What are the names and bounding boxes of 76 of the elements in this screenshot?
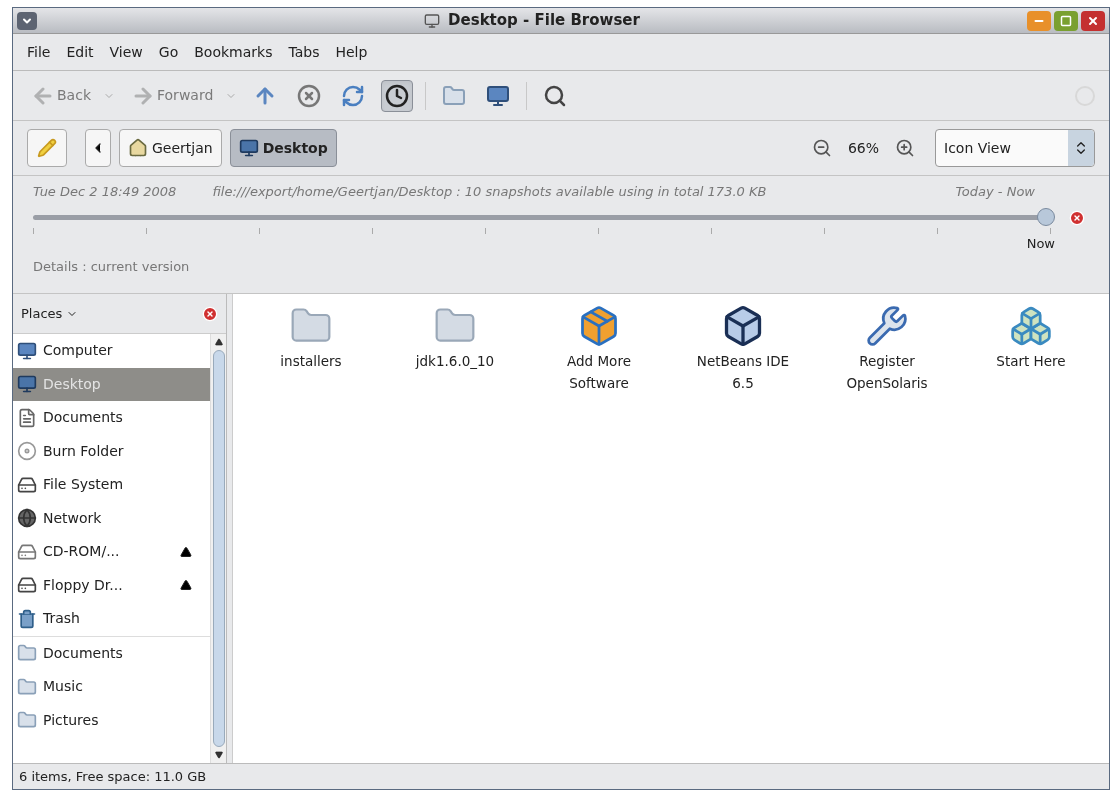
- place-item[interactable]: Pictures: [13, 703, 211, 737]
- close-icon: [1087, 14, 1099, 27]
- monitor-icon: [486, 83, 511, 108]
- place-item[interactable]: Documents: [13, 401, 211, 435]
- scrollbar[interactable]: [210, 334, 227, 763]
- eject-icon[interactable]: [180, 545, 193, 558]
- maximize-icon: [1060, 14, 1072, 27]
- snapshot-date: Tue Dec 2 18:49 2008: [33, 183, 177, 201]
- disc-icon: [17, 441, 37, 462]
- timeline-slider[interactable]: [33, 207, 1055, 228]
- close-icon[interactable]: [202, 305, 219, 322]
- scroll-up-icon[interactable]: [214, 338, 223, 346]
- folder-icon: [17, 643, 37, 664]
- desktop-entry[interactable]: jdk1.6.0_10: [399, 304, 511, 372]
- menu-item[interactable]: Go: [158, 41, 179, 63]
- history-button[interactable]: [381, 79, 414, 112]
- scroll-down-icon[interactable]: [214, 751, 223, 759]
- folder-icon: [442, 83, 467, 108]
- desktop-icon: [17, 374, 37, 395]
- place-item[interactable]: Burn Folder: [13, 434, 211, 468]
- globe-icon: [17, 508, 37, 529]
- place-item[interactable]: Floppy Dr...: [13, 568, 211, 602]
- eject-icon[interactable]: [180, 579, 193, 592]
- status-text: 6 items, Free space: 11.0 GB: [19, 767, 207, 786]
- path-button[interactable]: Desktop: [229, 129, 337, 167]
- time-range: Today - Now: [955, 183, 1035, 201]
- monitor-icon: [17, 340, 37, 361]
- desktop-entry[interactable]: Add More Software: [543, 304, 655, 394]
- place-item[interactable]: Network: [13, 501, 211, 535]
- window-menu-button[interactable]: [17, 11, 37, 30]
- view-select[interactable]: Icon View: [935, 129, 1095, 167]
- slider-thumb[interactable]: [1037, 207, 1055, 226]
- path-button[interactable]: Geertjan: [119, 129, 222, 167]
- folder-icon: [17, 676, 37, 697]
- places-dropdown[interactable]: Places: [21, 303, 79, 324]
- wrench-icon: [865, 304, 909, 348]
- desktop-entry[interactable]: NetBeans IDE 6.5: [687, 304, 799, 394]
- zoom-out-icon[interactable]: [811, 138, 832, 158]
- close-icon[interactable]: [1069, 209, 1085, 226]
- menu-item[interactable]: Help: [335, 41, 368, 63]
- window-title: Desktop - File Browser: [448, 10, 640, 32]
- clock-icon: [385, 83, 410, 108]
- details-text: Details : current version: [33, 258, 191, 276]
- zoom-in-icon[interactable]: [895, 138, 915, 158]
- document-icon: [17, 407, 37, 428]
- scroll-left-button[interactable]: [85, 129, 111, 167]
- place-item[interactable]: CD-ROM/...: [13, 535, 211, 569]
- desktop-icon: [238, 138, 259, 158]
- desktop-entry[interactable]: installers: [255, 304, 367, 372]
- menu-item[interactable]: File: [27, 41, 51, 63]
- boxes-icon: [1009, 304, 1053, 348]
- desktop-entry[interactable]: Register OpenSolaris: [831, 304, 943, 394]
- close-button[interactable]: [1081, 10, 1105, 31]
- place-item[interactable]: Music: [13, 670, 211, 704]
- search-icon: [543, 83, 568, 108]
- menu-item[interactable]: Tabs: [288, 41, 320, 63]
- stop-icon: [297, 83, 322, 108]
- reload-icon: [341, 83, 366, 108]
- snapshot-info: file:///export/home/Geertjan/Desktop : 10 snapshots available using in total 173.0 KB: [212, 183, 767, 201]
- home-icon: [128, 138, 148, 158]
- trash-icon: [17, 608, 37, 629]
- zoom-level: 66%: [847, 138, 879, 158]
- place-item[interactable]: Computer: [13, 334, 211, 368]
- slider-label: Now: [1026, 234, 1055, 253]
- place-item[interactable]: Documents: [13, 636, 211, 670]
- folder-icon: [17, 710, 37, 731]
- menu-item[interactable]: View: [109, 41, 143, 63]
- desktop-entry[interactable]: Start Here: [975, 304, 1087, 372]
- menu-item[interactable]: Bookmarks: [194, 41, 273, 63]
- window-icon: [424, 12, 441, 29]
- maximize-button[interactable]: [1054, 10, 1078, 31]
- menu-item[interactable]: Edit: [66, 41, 94, 63]
- place-item[interactable]: File System: [13, 468, 211, 502]
- pencil-icon: [37, 138, 57, 158]
- place-item[interactable]: Trash: [13, 602, 211, 636]
- drive-icon: [17, 575, 37, 596]
